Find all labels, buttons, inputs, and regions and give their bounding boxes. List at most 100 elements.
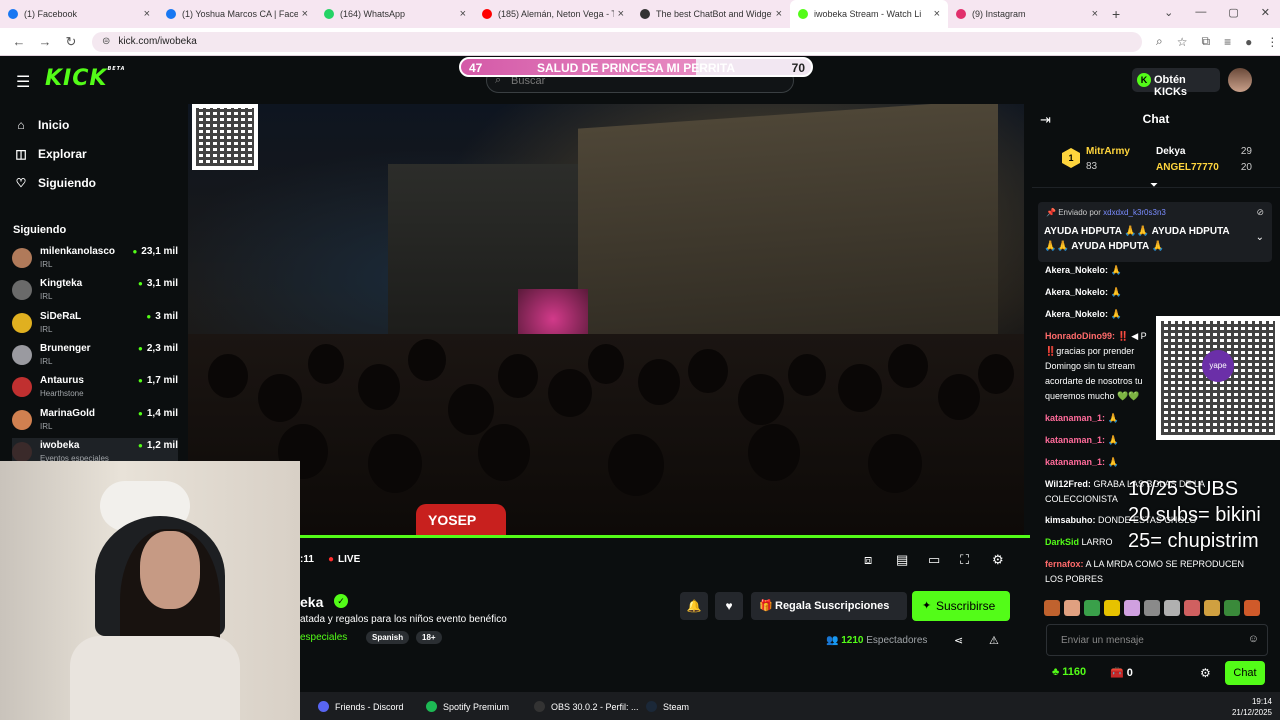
theater-mode-icon[interactable]: ▭ (928, 552, 940, 568)
browser-tab[interactable]: (185) Alemán, Neton Vega - Te × (474, 0, 632, 28)
close-tab-icon[interactable]: × (460, 8, 466, 20)
video-player[interactable]: YOSEP (188, 104, 1024, 538)
avatar[interactable] (1228, 68, 1252, 92)
profile-icon[interactable]: ● (1245, 35, 1252, 49)
emote-icon[interactable] (1104, 600, 1120, 616)
followed-channel[interactable]: milenkanolasco IRL 23,1 mil (12, 244, 178, 276)
stream-progress-bar[interactable] (300, 535, 1030, 538)
chat-username[interactable]: katanaman_1: (1045, 413, 1105, 423)
emote-icon[interactable] (1204, 600, 1220, 616)
emote-icon[interactable] (1044, 600, 1060, 616)
chat-username[interactable]: HonradoDino99: (1045, 331, 1115, 341)
pinned-user[interactable]: xdxdxd_k3r0s3n3 (1103, 208, 1166, 217)
chat-username[interactable]: kimsabuho: (1045, 515, 1096, 525)
chevron-down-icon[interactable]: ⌄ (1256, 232, 1264, 243)
hamburger-menu-icon[interactable]: ☰ (16, 72, 30, 92)
forward-icon[interactable]: → (38, 34, 52, 49)
chat-username[interactable]: Akera_Nokelo: (1045, 309, 1108, 319)
zoom-icon[interactable]: ⌕ (1156, 34, 1163, 49)
chat-username[interactable]: Akera_Nokelo: (1045, 265, 1108, 275)
chat-username[interactable]: fernafox: (1045, 559, 1084, 569)
top-gifter-3-name[interactable]: ANGEL77770 (1156, 162, 1219, 173)
fullscreen-icon[interactable]: ⛶ (960, 552, 969, 568)
taskbar-item[interactable]: OBS 30.0.2 - Perfil: ... (534, 701, 639, 712)
settings-gear-icon[interactable]: ⚙ (992, 552, 1004, 568)
pip-icon[interactable]: ⧈ (864, 552, 872, 568)
top-gifter-1-name[interactable]: MitrArmy (1086, 146, 1130, 157)
tag-language[interactable]: Spanish (366, 631, 410, 644)
close-tab-icon[interactable]: × (144, 8, 150, 20)
subscribe-button[interactable]: ✦ Suscribirse (912, 591, 1010, 621)
followed-channel[interactable]: Brunenger IRL 2,3 mil (12, 341, 178, 373)
browser-tab[interactable]: The best ChatBot and Widgets × (632, 0, 790, 28)
taskbar-item[interactable]: Friends - Discord (318, 701, 404, 712)
top-gifter-2-name[interactable]: Dekya (1156, 146, 1185, 157)
chest-count[interactable]: 🧰 0 (1110, 666, 1133, 679)
streamer-name[interactable]: eka (300, 594, 323, 610)
emote-icon[interactable] (1224, 600, 1240, 616)
taskbar-item[interactable]: Spotify Premium (426, 701, 509, 712)
expand-icon[interactable]: ⏷ (1150, 180, 1158, 191)
url-field[interactable]: ⊜ kick.com/iwobeka (92, 31, 1142, 52)
chat-username[interactable]: katanaman_1: (1045, 457, 1105, 467)
clip-icon[interactable]: ▤ (896, 552, 908, 568)
close-tab-icon[interactable]: × (776, 8, 782, 20)
sidebar-item-explorar[interactable]: ◫ Explorar (14, 147, 86, 161)
menu-icon[interactable]: ⋮ (1266, 35, 1278, 49)
gift-subs-button[interactable]: 🎁 Regala Suscripciones (751, 592, 907, 620)
emote-icon[interactable] (1164, 600, 1180, 616)
reload-icon[interactable]: ↻ (64, 34, 78, 50)
emote-icon[interactable] (1084, 600, 1100, 616)
follow-heart-icon[interactable]: ♥ (715, 592, 743, 620)
chat-username[interactable]: Akera_Nokelo: (1045, 287, 1108, 297)
extensions-icon[interactable]: ⧉ (1202, 34, 1211, 49)
close-tab-icon[interactable]: × (934, 8, 940, 20)
new-tab-icon[interactable]: + (1112, 6, 1120, 22)
browser-tab[interactable]: (1) Yoshua Marcos CA | Facebook × (158, 0, 316, 28)
emote-icon[interactable] (1244, 600, 1260, 616)
chat-username[interactable]: DarkSid (1045, 537, 1079, 547)
emote-icon[interactable] (1144, 600, 1160, 616)
kicks-balance[interactable]: ♣ 1160 (1052, 666, 1086, 678)
taskbar-item[interactable]: Steam (646, 701, 689, 712)
followed-channel[interactable]: Kingteka IRL 3,1 mil (12, 276, 178, 308)
share-icon[interactable]: ⋖ (954, 634, 963, 647)
bookmark-star-icon[interactable]: ☆ (1177, 35, 1188, 49)
chat-username[interactable]: katanaman_1: (1045, 435, 1105, 445)
browser-tab[interactable]: (9) Instagram × (948, 0, 1106, 28)
stream-category[interactable]: especiales (300, 632, 347, 643)
sidebar-item-siguiendo[interactable]: ♡ Siguiendo (14, 176, 96, 190)
emoji-icon[interactable]: ☺ (1248, 633, 1259, 645)
close-tab-icon[interactable]: × (302, 8, 308, 20)
close-tab-icon[interactable]: × (618, 8, 624, 20)
close-tab-icon[interactable]: × (1092, 8, 1098, 20)
browser-tab[interactable]: (164) WhatsApp × (316, 0, 474, 28)
browser-tab[interactable]: iwobeka Stream - Watch Li × (790, 0, 948, 28)
followed-channel[interactable]: MarinaGold IRL 1,4 mil (12, 406, 178, 438)
chat-username[interactable]: Wil12Fred: (1045, 479, 1091, 489)
chevron-down-icon[interactable]: ⌄ (1164, 6, 1173, 19)
kick-logo[interactable]: KICKBETA (45, 66, 126, 91)
emote-icon[interactable] (1124, 600, 1140, 616)
back-icon[interactable]: ← (12, 34, 26, 49)
minimize-icon[interactable]: — (1195, 6, 1206, 19)
followed-channel[interactable]: Antaurus Hearthstone 1,7 mil (12, 373, 178, 405)
followed-channel[interactable]: SiDeRaL IRL 3 mil (12, 309, 178, 341)
chat-settings-gear-icon[interactable]: ⚙ (1200, 666, 1211, 680)
maximize-icon[interactable]: ▢ (1228, 6, 1238, 19)
app-icon (534, 701, 545, 712)
tag-age[interactable]: 18+ (416, 631, 442, 644)
close-icon[interactable]: ✕ (1261, 6, 1270, 19)
unpin-icon[interactable]: ⊘ (1256, 207, 1264, 218)
get-kicks-button[interactable]: K Obtén KICKs (1132, 68, 1220, 98)
chat-input[interactable]: Enviar un mensaje ☺ (1046, 624, 1268, 656)
browser-tab[interactable]: (1) Facebook × (0, 0, 158, 28)
report-warning-icon[interactable]: ⚠ (989, 634, 999, 647)
emote-icon[interactable] (1184, 600, 1200, 616)
notification-bell-icon[interactable]: 🔔 (680, 592, 708, 620)
media-icon[interactable]: ≡ (1224, 35, 1231, 49)
emote-icon[interactable] (1064, 600, 1080, 616)
chat-send-button[interactable]: Chat (1225, 661, 1265, 685)
site-info-icon[interactable]: ⊜ (102, 36, 110, 47)
sidebar-item-inicio[interactable]: ⌂ Inicio (14, 118, 69, 132)
